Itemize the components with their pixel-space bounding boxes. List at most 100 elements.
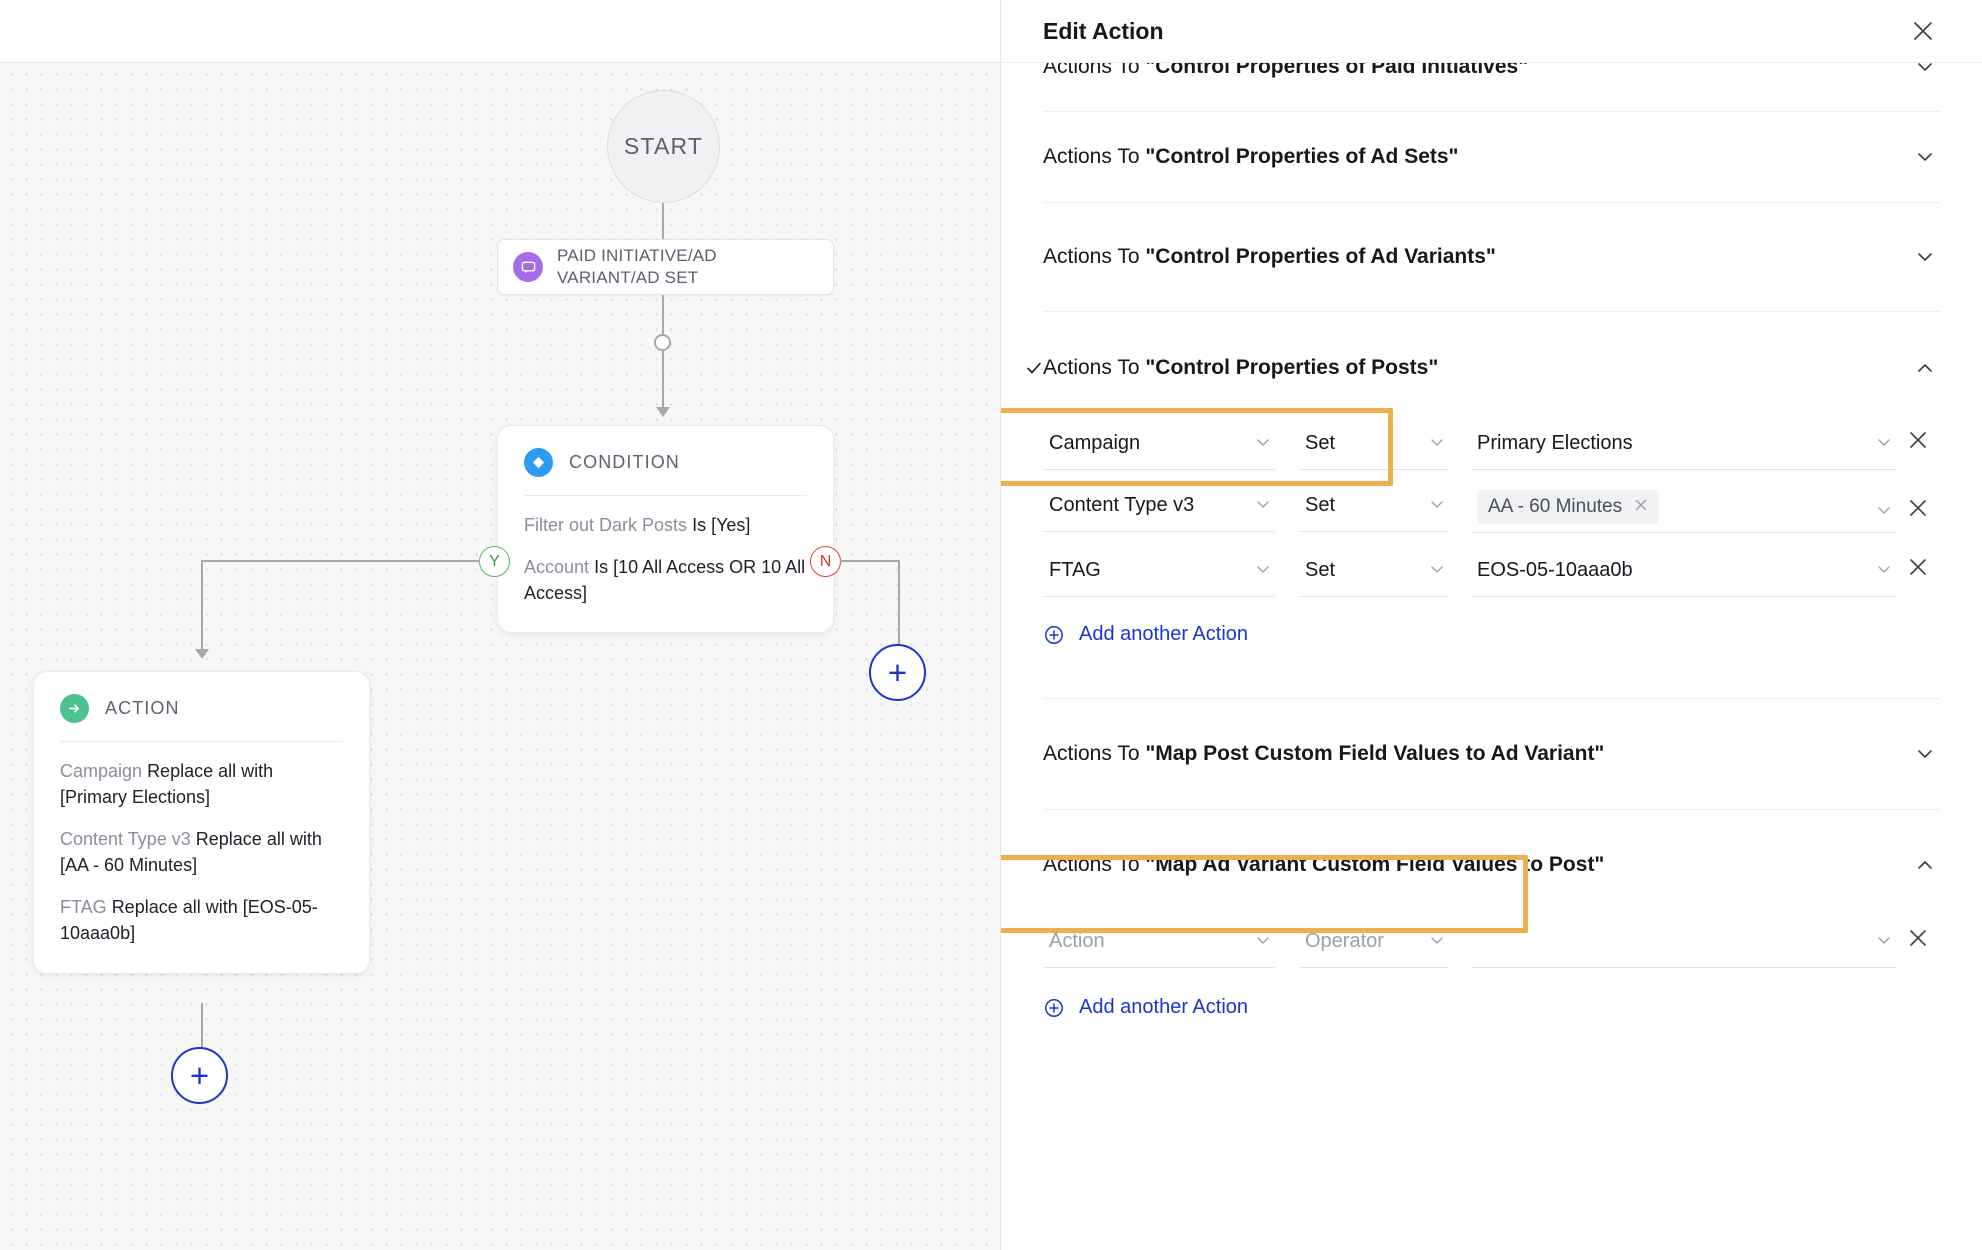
operator-select-value: Set <box>1305 494 1336 516</box>
condition-line-field: Account <box>524 557 590 578</box>
value-select[interactable]: Primary Elections <box>1471 428 1896 470</box>
add-another-action-button-map[interactable]: Add another Action <box>1001 996 1982 1019</box>
action-node-header: ACTION <box>60 694 343 741</box>
operator-select[interactable]: Set <box>1299 555 1449 597</box>
chevron-down-icon <box>1876 434 1892 450</box>
chevron-down-icon <box>1255 434 1271 450</box>
add-step-button-below-action[interactable]: + <box>171 1047 228 1104</box>
add-step-button-no-branch[interactable]: + <box>869 644 926 701</box>
chevron-down-icon <box>1429 561 1445 577</box>
accordion-name: "Map Post Custom Field Values to Ad Vari… <box>1145 742 1605 765</box>
action-line: FTAG Replace all with [EOS-05-10aaa0b] <box>60 894 343 946</box>
workflow-diagram: START PAID INITIATIVE/AD VARIANT/AD SET <box>0 63 1000 1250</box>
value-select[interactable] <box>1471 926 1896 968</box>
action-row: Content Type v3 Set AA - 60 Minutes <box>1001 490 1982 533</box>
connector-action-to-add <box>201 1003 203 1049</box>
action-line: Campaign Replace all with [Primary Elect… <box>60 758 343 810</box>
edit-action-screen: START PAID INITIATIVE/AD VARIANT/AD SET <box>0 0 1982 1250</box>
add-another-action-label: Add another Action <box>1079 623 1249 645</box>
accordion-lead: Actions To <box>1043 145 1146 168</box>
connector-yes-vertical <box>201 560 203 652</box>
branch-badge-yes[interactable]: Y <box>479 546 510 577</box>
arrow-into-action <box>195 649 209 659</box>
chevron-down-icon <box>1876 502 1892 518</box>
accordion-name: "Control Properties of Ad Sets" <box>1145 145 1459 168</box>
condition-node[interactable]: CONDITION Filter out Dark Posts Is [Yes]… <box>497 425 834 634</box>
action-card-divider <box>60 741 343 742</box>
condition-line: Filter out Dark Posts Is [Yes] <box>524 512 807 538</box>
trigger-node[interactable]: PAID INITIATIVE/AD VARIANT/AD SET <box>497 239 834 295</box>
accordion-name: "Map Ad Variant Custom Field Values to P… <box>1145 853 1605 876</box>
diamond-icon <box>524 448 553 477</box>
connector-start-to-trigger <box>662 203 664 240</box>
condition-card-divider <box>524 495 807 496</box>
remove-action-button[interactable] <box>1896 428 1940 450</box>
accordion-section-posts[interactable]: Actions To "Control Properties of Posts" <box>1001 312 1982 424</box>
remove-action-button[interactable] <box>1896 926 1940 948</box>
edit-action-panel: Edit Action Actions To "Control Properti… <box>1000 0 1982 1250</box>
operator-select-value: Set <box>1305 559 1336 581</box>
arrow-into-condition <box>656 407 670 417</box>
chevron-down-icon[interactable] <box>1910 739 1940 769</box>
field-select[interactable]: Campaign <box>1043 428 1275 470</box>
connector-trigger-to-dot <box>662 295 664 335</box>
action-row: FTAG Set EOS-05-10aaa0b <box>1001 555 1982 597</box>
action-line-field: FTAG <box>60 897 107 918</box>
operator-select[interactable]: Operator <box>1299 926 1449 968</box>
remove-action-button[interactable] <box>1896 490 1940 518</box>
chevron-down-icon[interactable] <box>1910 242 1940 272</box>
branch-badge-no-label: N <box>819 552 832 570</box>
value-select-value: Primary Elections <box>1477 432 1633 454</box>
field-select[interactable]: Content Type v3 <box>1043 490 1275 532</box>
chevron-up-icon[interactable] <box>1910 353 1940 383</box>
start-node[interactable]: START <box>607 90 720 203</box>
field-select-value: Content Type v3 <box>1049 494 1195 516</box>
chevron-down-icon <box>1429 932 1445 948</box>
check-icon <box>1025 359 1043 377</box>
plus-circle-icon <box>1043 624 1065 646</box>
field-select[interactable]: FTAG <box>1043 555 1275 597</box>
action-node-type: ACTION <box>105 698 180 718</box>
accordion-section-map-ad-variant-to-post[interactable]: Actions To "Map Ad Variant Custom Field … <box>1001 810 1982 920</box>
accordion-section-title: Actions To "Control Properties of Ad Set… <box>1043 145 1910 169</box>
chevron-down-icon[interactable] <box>1910 142 1940 172</box>
chat-bubble-icon <box>513 252 543 282</box>
action-row: Campaign Set Primary Elections <box>1001 428 1982 470</box>
accordion-lead: Actions To <box>1043 742 1146 765</box>
accordion-section-title: Actions To "Control Properties of Posts" <box>1043 356 1910 380</box>
connector-no-horizontal <box>840 560 900 562</box>
accordion-name: "Control Properties of Posts" <box>1145 356 1439 379</box>
canvas-toolbar <box>0 0 1000 63</box>
add-another-action-button-posts[interactable]: Add another Action <box>1001 623 1982 646</box>
page-title: Edit Action <box>1043 17 1164 44</box>
close-icon[interactable] <box>1906 14 1940 48</box>
accordion-section-ad-variants[interactable]: Actions To "Control Properties of Ad Var… <box>1001 203 1982 311</box>
action-line-field: Content Type v3 <box>60 829 191 850</box>
accordion-section-map-post-to-ad-variant[interactable]: Actions To "Map Post Custom Field Values… <box>1001 699 1982 809</box>
operator-select[interactable]: Set <box>1299 490 1449 532</box>
remove-action-button[interactable] <box>1896 555 1940 577</box>
chip-remove-icon[interactable] <box>1634 497 1648 517</box>
condition-line-value: Is [Yes] <box>692 515 751 535</box>
accordion-section-ad-sets[interactable]: Actions To "Control Properties of Ad Set… <box>1001 112 1982 202</box>
chevron-up-icon[interactable] <box>1910 850 1940 880</box>
action-line-field: Campaign <box>60 761 143 781</box>
flow-junction-dot <box>654 334 671 351</box>
arrow-right-circle-icon <box>60 694 89 723</box>
value-multiselect[interactable]: AA - 60 Minutes <box>1471 490 1896 533</box>
value-chip[interactable]: AA - 60 Minutes <box>1477 490 1660 524</box>
field-select-value: Campaign <box>1049 432 1141 454</box>
action-node[interactable]: ACTION Campaign Replace all with [Primar… <box>33 671 370 974</box>
connector-yes-horizontal <box>201 560 480 562</box>
add-another-action-label: Add another Action <box>1079 996 1249 1018</box>
value-select[interactable]: EOS-05-10aaa0b <box>1471 555 1896 597</box>
action-row: Action Operator <box>1001 926 1982 968</box>
field-select-placeholder: Action <box>1049 930 1105 952</box>
panel-scroll-body[interactable]: Actions To "Control Properties of Paid I… <box>1001 55 1982 1250</box>
operator-select-placeholder: Operator <box>1305 930 1384 952</box>
accordion-lead: Actions To <box>1043 356 1146 379</box>
connector-dot-to-condition <box>662 351 664 409</box>
field-select[interactable]: Action <box>1043 926 1275 968</box>
branch-badge-no[interactable]: N <box>810 546 841 577</box>
operator-select[interactable]: Set <box>1299 428 1449 470</box>
